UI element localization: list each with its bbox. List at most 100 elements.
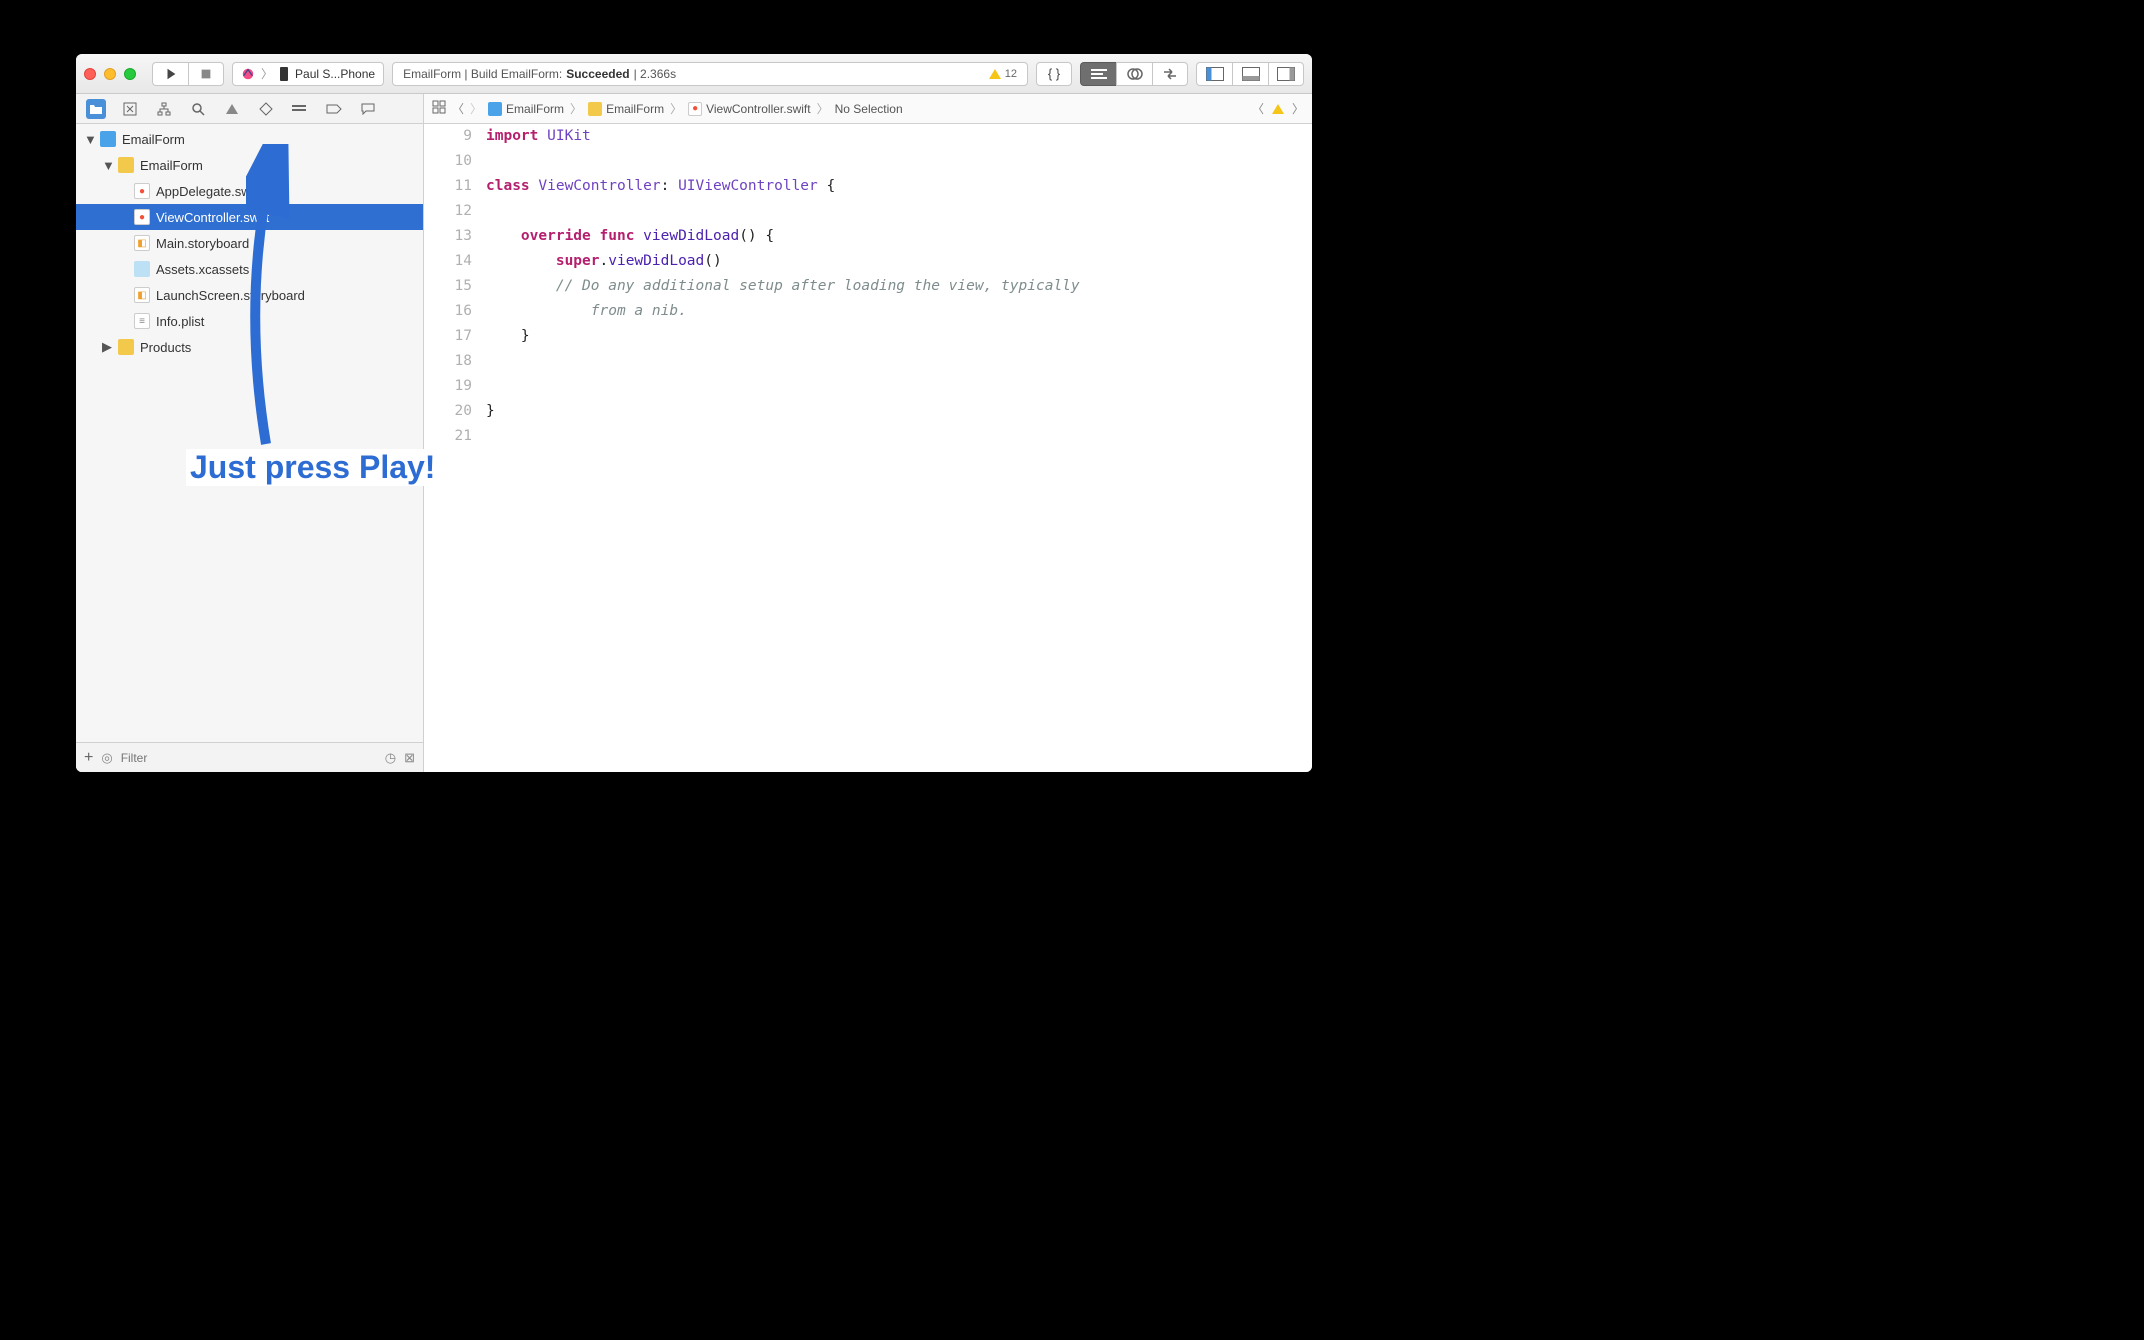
crumb-label: EmailForm: [606, 102, 664, 116]
assistant-editor-button[interactable]: [1116, 62, 1152, 86]
device-icon: [279, 66, 289, 82]
tree-file-selected[interactable]: ● ViewController.swift: [76, 204, 423, 230]
navigator-tabs: [76, 94, 423, 124]
venn-icon: [1127, 67, 1143, 81]
debug-navigator-tab[interactable]: [290, 99, 310, 119]
chevron-right-icon: 〉: [817, 100, 829, 117]
app-icon: [241, 67, 255, 81]
project-navigator-tab[interactable]: [86, 99, 106, 119]
line-gutter: 9101112131415161718192021: [424, 124, 486, 772]
breadcrumb[interactable]: EmailForm: [488, 102, 564, 116]
bottom-panel-icon: [1242, 67, 1260, 81]
prev-issue-button[interactable]: 〈: [1252, 100, 1264, 117]
navigator-sidebar: ▼ EmailForm ▼ EmailForm ● AppDelegate.sw…: [76, 94, 424, 772]
plist-icon: ≡: [134, 313, 150, 329]
warning-icon: [989, 69, 1001, 79]
tree-label: EmailForm: [122, 132, 185, 147]
related-items-button[interactable]: [432, 100, 446, 117]
back-button[interactable]: 〈: [452, 100, 464, 117]
jump-bar: 〈 〉 EmailForm 〉 EmailForm 〉 ● ViewContro…: [424, 94, 1312, 124]
report-navigator-tab[interactable]: [358, 99, 378, 119]
activity-status: Succeeded: [566, 67, 629, 81]
activity-viewer[interactable]: EmailForm | Build EmailForm: Succeeded |…: [392, 62, 1028, 86]
chevron-right-icon: 〉: [261, 65, 273, 82]
source-editor[interactable]: 9101112131415161718192021 import UIKit c…: [424, 124, 1312, 772]
folder-icon: [588, 102, 602, 116]
breadcrumb[interactable]: EmailForm: [588, 102, 664, 116]
tree-file[interactable]: ● AppDelegate.swift: [76, 178, 423, 204]
project-icon: [100, 131, 116, 147]
disclosure-triangle[interactable]: ▼: [84, 132, 94, 147]
swift-file-icon: ●: [688, 102, 702, 116]
chevron-right-icon: 〉: [570, 100, 582, 117]
tree-label: Assets.xcassets: [156, 262, 249, 277]
traffic-lights: [84, 68, 136, 80]
arrows-icon: [1162, 68, 1178, 80]
zoom-button[interactable]: [124, 68, 136, 80]
code-snippets-button[interactable]: { }: [1036, 62, 1072, 86]
recent-icon[interactable]: ◷: [385, 750, 396, 766]
close-button[interactable]: [84, 68, 96, 80]
forward-button[interactable]: 〉: [470, 100, 482, 117]
minimize-button[interactable]: [104, 68, 116, 80]
run-stop-group: [152, 62, 224, 86]
braces-icon: { }: [1048, 66, 1060, 81]
crumb-label: EmailForm: [506, 102, 564, 116]
paragraph-icon: [1091, 68, 1107, 80]
scope-icon[interactable]: ◎: [101, 750, 112, 766]
annotation-label: Just press Play!: [186, 449, 439, 486]
issue-navigator-tab[interactable]: [222, 99, 242, 119]
left-panel-icon: [1206, 67, 1224, 81]
crumb-label: No Selection: [835, 102, 903, 116]
tree-label: EmailForm: [140, 158, 203, 173]
tree-group[interactable]: ▼ EmailForm: [76, 152, 423, 178]
folder-icon: [118, 339, 134, 355]
standard-editor-button[interactable]: [1080, 62, 1116, 86]
source-control-navigator-tab[interactable]: [120, 99, 140, 119]
scheme-label: Paul S...Phone: [295, 67, 375, 81]
chevron-right-icon: 〉: [670, 100, 682, 117]
scheme-selector[interactable]: 〉 Paul S...Phone: [232, 62, 384, 86]
tree-file[interactable]: ≡ Info.plist: [76, 308, 423, 334]
tree-file[interactable]: Assets.xcassets: [76, 256, 423, 282]
toggle-debug-button[interactable]: [1232, 62, 1268, 86]
warning-icon: [226, 104, 238, 114]
scm-filter-icon[interactable]: ⊠: [404, 750, 415, 766]
project-tree[interactable]: ▼ EmailForm ▼ EmailForm ● AppDelegate.sw…: [76, 124, 423, 742]
add-button[interactable]: +: [84, 749, 93, 767]
toggle-inspector-button[interactable]: [1268, 62, 1304, 86]
version-editor-button[interactable]: [1152, 62, 1188, 86]
tree-file[interactable]: ◧ Main.storyboard: [76, 230, 423, 256]
find-navigator-tab[interactable]: [188, 99, 208, 119]
toggle-navigator-button[interactable]: [1196, 62, 1232, 86]
symbol-navigator-tab[interactable]: [154, 99, 174, 119]
next-issue-button[interactable]: 〉: [1292, 100, 1304, 117]
xcode-window: 〉 Paul S...Phone EmailForm | Build Email…: [76, 54, 1312, 772]
activity-time: | 2.366s: [634, 67, 676, 81]
code-content[interactable]: import UIKit class ViewController: UIVie…: [486, 124, 1312, 772]
tree-file[interactable]: ◧ LaunchScreen.storyboard: [76, 282, 423, 308]
breadcrumb[interactable]: No Selection: [835, 102, 903, 116]
speech-icon: [361, 103, 375, 115]
swift-file-icon: ●: [134, 183, 150, 199]
warning-count: 12: [1005, 68, 1017, 80]
disclosure-triangle[interactable]: ▶: [102, 339, 112, 355]
test-navigator-tab[interactable]: [256, 99, 276, 119]
folder-icon: [89, 103, 103, 115]
main-split: ▼ EmailForm ▼ EmailForm ● AppDelegate.sw…: [76, 94, 1312, 772]
breadcrumb[interactable]: ● ViewController.swift: [688, 102, 810, 116]
breakpoint-navigator-tab[interactable]: [324, 99, 344, 119]
run-button[interactable]: [152, 62, 188, 86]
assets-icon: [134, 261, 150, 277]
square-x-icon: [123, 102, 137, 116]
tree-label: Main.storyboard: [156, 236, 249, 251]
stop-button[interactable]: [188, 62, 224, 86]
play-icon: [164, 67, 178, 81]
tree-group-products[interactable]: ▶ Products: [76, 334, 423, 360]
disclosure-triangle[interactable]: ▼: [102, 158, 112, 173]
crumb-label: ViewController.swift: [706, 102, 810, 116]
filter-input[interactable]: [121, 751, 377, 765]
tree-project-root[interactable]: ▼ EmailForm: [76, 126, 423, 152]
diamond-icon: [259, 102, 273, 116]
warning-badge[interactable]: 12: [989, 68, 1017, 80]
